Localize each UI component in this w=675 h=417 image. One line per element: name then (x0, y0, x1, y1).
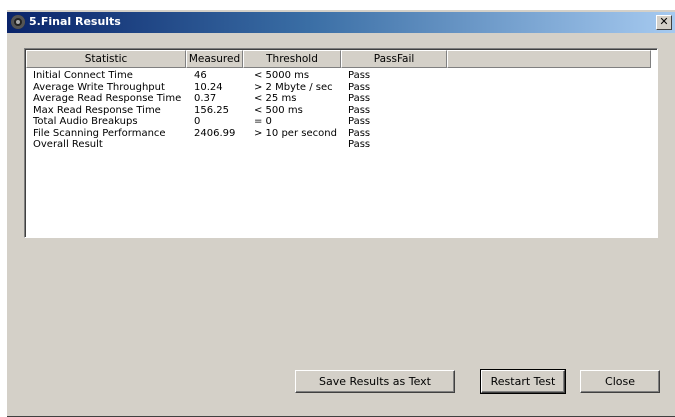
table-row[interactable]: File Scanning Performance 2406.99 > 10 per… (33, 128, 408, 140)
cell-threshold (254, 139, 348, 151)
table-body: Initial Connect Time 46 < 5000 ms Pass Avera… (33, 70, 408, 151)
final-results-window: 5.Final Results ✕ Statistic Measured Thr… (6, 9, 675, 417)
cell-threshold: > 10 per second (254, 127, 337, 139)
column-header-empty[interactable] (447, 50, 651, 68)
cell-statistic: Average Read Response Time (33, 93, 182, 104)
cell-passfail: Pass (348, 104, 371, 116)
title-bar[interactable]: 5.Final Results ✕ (7, 12, 675, 33)
table-row[interactable]: Initial Connect Time 46 < 5000 ms Pass (33, 70, 408, 82)
cell-statistic: Overall Result (33, 139, 103, 150)
close-button[interactable]: Close (580, 370, 660, 393)
restart-test-button[interactable]: Restart Test (480, 369, 566, 394)
cell-passfail: Pass (348, 70, 371, 81)
column-header-statistic[interactable]: Statistic (26, 50, 186, 68)
cell-statistic: Average Write Throughput (33, 81, 165, 93)
cell-threshold: < 25 ms (254, 93, 297, 104)
results-table[interactable]: Statistic Measured Threshold PassFail In… (24, 48, 658, 238)
cell-statistic: Total Audio Breakups (33, 116, 138, 127)
table-row[interactable]: Overall Result Pass (33, 139, 408, 151)
cell-statistic: Initial Connect Time (33, 70, 133, 81)
window-title: 5.Final Results (29, 15, 121, 28)
cell-statistic: Max Read Response Time (33, 104, 161, 116)
table-row[interactable]: Total Audio Breakups 0 = 0 Pass (33, 116, 408, 128)
table-row[interactable]: Average Read Response Time 0.37 < 25 ms Pas… (33, 93, 408, 105)
cell-measured: 0 (194, 116, 201, 127)
cell-passfail: Pass (348, 81, 371, 93)
cell-measured: 46 (194, 70, 207, 81)
column-header-passfail[interactable]: PassFail (341, 50, 447, 68)
table-header: Statistic Measured Threshold PassFail (26, 50, 657, 68)
window-close-button[interactable]: ✕ (656, 15, 672, 30)
table-row[interactable]: Average Write Throughput 10.24 > 2 Mbyte /… (33, 82, 408, 94)
cell-threshold: < 500 ms (254, 104, 303, 116)
cell-measured: 0.37 (194, 93, 217, 104)
cell-measured: 2406.99 (194, 127, 236, 139)
cell-passfail: Pass (348, 116, 371, 127)
cell-threshold: > 2 Mbyte / sec (254, 81, 333, 93)
cell-passfail: Pass (348, 93, 371, 104)
column-header-threshold[interactable]: Threshold (243, 50, 341, 68)
cell-passfail: Pass (348, 127, 371, 139)
cell-measured: 156.25 (194, 104, 229, 116)
save-results-button[interactable]: Save Results as Text (295, 370, 455, 393)
table-row[interactable]: Max Read Response Time 156.25 < 500 ms Pass (33, 105, 408, 117)
cell-measured: 10.24 (194, 81, 223, 93)
cell-threshold: < 5000 ms (254, 70, 310, 81)
cell-measured (194, 139, 254, 151)
column-header-measured[interactable]: Measured (186, 50, 243, 68)
cell-threshold: = 0 (254, 116, 272, 127)
cell-statistic: File Scanning Performance (33, 127, 166, 139)
app-disc-icon (11, 15, 25, 29)
cell-passfail: Pass (348, 139, 371, 150)
